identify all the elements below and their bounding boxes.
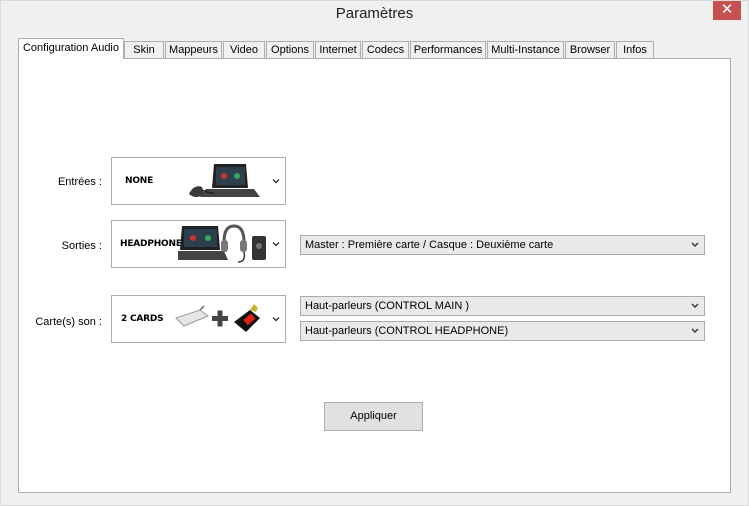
tab-codecs[interactable]: Codecs — [362, 41, 409, 58]
window-title: Paramètres — [335, 5, 414, 22]
tab-options[interactable]: Options — [266, 41, 314, 58]
soundcard-1-dropdown[interactable]: Haut-parleurs (CONTROL MAIN ) — [300, 296, 705, 316]
soundcard-1-value: Haut-parleurs (CONTROL MAIN ) — [305, 300, 470, 312]
chevron-down-icon — [691, 303, 699, 308]
tab-performances[interactable]: Performances — [410, 41, 486, 58]
tab-skin[interactable]: Skin — [124, 41, 164, 58]
inputs-select[interactable]: NONE — [111, 157, 286, 205]
close-icon: ✕ — [720, 1, 734, 18]
tab-browser[interactable]: Browser — [565, 41, 615, 58]
chevron-down-icon — [272, 179, 280, 184]
apply-button[interactable]: Appliquer — [324, 402, 423, 431]
chevron-down-icon — [272, 317, 280, 322]
output-mode-value: Master : Première carte / Casque : Deuxi… — [305, 239, 554, 251]
tab-multi-instance[interactable]: Multi-Instance — [487, 41, 564, 58]
inputs-label: Entrées : — [57, 176, 102, 188]
chevron-down-icon — [691, 242, 699, 247]
chevron-down-icon — [272, 242, 280, 247]
tab-video[interactable]: Video — [223, 41, 265, 58]
soundcard-2-value: Haut-parleurs (CONTROL HEADPHONE) — [305, 325, 509, 337]
soundcards-label: Carte(s) son : — [35, 316, 102, 328]
output-mode-dropdown[interactable]: Master : Première carte / Casque : Deuxi… — [300, 235, 705, 255]
tab-infos[interactable]: Infos — [616, 41, 654, 58]
tab-configuration-audio[interactable]: Configuration Audio — [18, 38, 124, 59]
title-bar: Paramètres ✕ — [0, 0, 749, 30]
close-button[interactable]: ✕ — [713, 0, 741, 20]
tab-mappeurs[interactable]: Mappeurs — [165, 41, 222, 58]
outputs-select[interactable]: HEADPHONES — [111, 220, 286, 268]
laptop-headphones-icon — [178, 224, 266, 263]
soundcards-select[interactable]: 2 CARDS — [111, 295, 286, 343]
outputs-label: Sorties : — [61, 240, 102, 252]
laptop-icon — [189, 164, 260, 197]
tab-internet[interactable]: Internet — [315, 41, 361, 58]
soundcards-caption: 2 CARDS — [121, 314, 164, 324]
chevron-down-icon — [691, 328, 699, 333]
soundcard-2-dropdown[interactable]: Haut-parleurs (CONTROL HEADPHONE) — [300, 321, 705, 341]
two-cards-icon — [175, 304, 260, 332]
inputs-caption: NONE — [125, 176, 154, 186]
